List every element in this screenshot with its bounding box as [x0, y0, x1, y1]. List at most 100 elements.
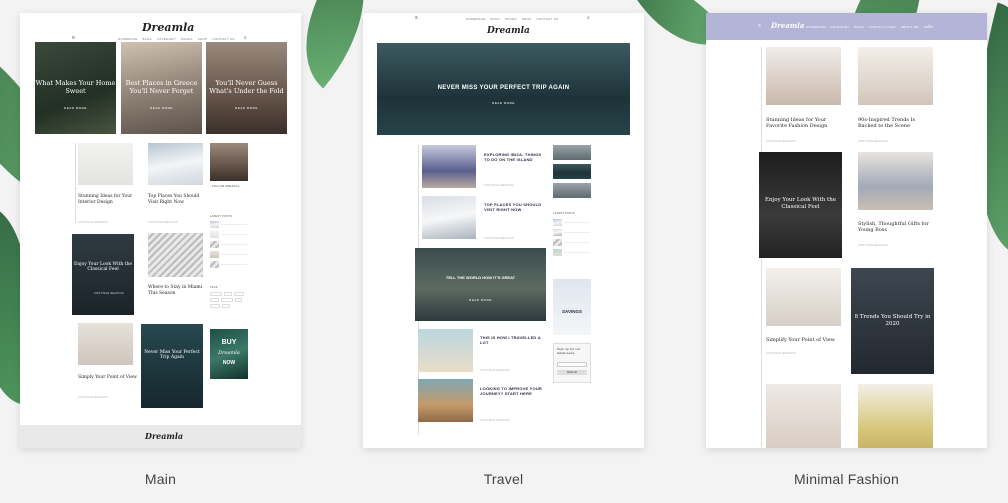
thumb[interactable]: [210, 251, 219, 258]
demo-preview-travel[interactable]: HOMEPAGE BLOG PAGES SHOP CONTACT US ≡ ⌕ …: [363, 13, 644, 448]
nav-item[interactable]: HOMEPAGE: [466, 17, 486, 21]
thumb[interactable]: [210, 261, 219, 268]
nav-item[interactable]: PAGES: [181, 37, 193, 41]
nav-item[interactable]: SHOP: [198, 37, 208, 41]
post-image[interactable]: [78, 143, 133, 185]
continue-reading-link[interactable]: CONTINUE READING: [766, 352, 796, 355]
thumb[interactable]: [553, 229, 562, 236]
search-icon[interactable]: ⌕: [244, 35, 247, 41]
ad-banner[interactable]: SAVINGS: [553, 279, 591, 335]
thumb[interactable]: [210, 221, 219, 228]
thumb-title[interactable]: [221, 224, 247, 225]
continue-reading-link[interactable]: CONTINUE READING: [484, 237, 514, 240]
thumb-title[interactable]: [221, 234, 247, 235]
thumb-title[interactable]: [221, 244, 247, 245]
nav-item[interactable]: BLOG: [143, 37, 153, 41]
tag[interactable]: [210, 298, 219, 302]
tag[interactable]: [221, 298, 233, 302]
continue-reading-link[interactable]: CONTINUE READING: [480, 369, 510, 372]
post-image[interactable]: [766, 384, 841, 448]
tag[interactable]: [210, 304, 220, 308]
sidebar-image[interactable]: [553, 145, 591, 160]
post-image[interactable]: [766, 47, 841, 105]
thumb[interactable]: [553, 249, 562, 256]
continue-reading-link[interactable]: CONTINUE READING: [766, 140, 796, 143]
continue-reading-link[interactable]: CONTINUE READING: [858, 244, 888, 247]
post-image[interactable]: [858, 152, 933, 210]
continue-reading-link[interactable]: CONTINUE READING: [484, 184, 514, 187]
search-icon[interactable]: ⌕: [587, 15, 590, 21]
post-image[interactable]: [766, 268, 841, 326]
nav-item[interactable]: PAGES: [505, 17, 517, 21]
thumb-title[interactable]: [221, 264, 247, 265]
menu-icon[interactable]: ≡: [758, 23, 761, 29]
nav-item[interactable]: CONTACT US: [212, 37, 234, 41]
nav-item[interactable]: HOMEPAGE: [806, 25, 826, 29]
post-image[interactable]: [418, 329, 473, 372]
nav-item[interactable]: SHOP: [522, 17, 532, 21]
post-title[interactable]: THIS IS HOW I TRAVELLED A LOT: [480, 335, 542, 345]
continue-reading-link[interactable]: CONTINUE READING: [148, 221, 178, 224]
hero-slide[interactable]: Best Places in Greece You'll Never Forge…: [121, 42, 202, 134]
subscribe-button[interactable]: SIGN UP: [557, 370, 587, 375]
ad-banner[interactable]: BUY Dreamla NOW: [210, 329, 248, 379]
post-image[interactable]: [422, 145, 476, 188]
thumb[interactable]: [553, 239, 562, 246]
tag[interactable]: [210, 292, 222, 296]
nav-item[interactable]: CATEGORY: [157, 37, 176, 41]
post-image[interactable]: [148, 143, 203, 185]
sidebar-image[interactable]: [553, 183, 591, 198]
post-image[interactable]: [78, 323, 133, 365]
tag[interactable]: [224, 292, 232, 296]
post-title[interactable]: LOOKING TO IMPROVE YOUR JOURNEY? START H…: [480, 386, 542, 396]
nav-item[interactable]: CONTACT PAGE: [869, 25, 896, 29]
hero-slide[interactable]: You'll Never Guess What's Under the Fold…: [206, 42, 287, 134]
demo-preview-minimal-fashion[interactable]: ≡ Dreamla HOMEPAGE CATEGORY BLOG CONTACT…: [706, 13, 987, 448]
continue-reading-link[interactable]: CONTINUE READING: [480, 419, 510, 422]
post-title[interactable]: Simplify Your Point of View: [766, 337, 841, 343]
post-title[interactable]: Stunning Ideas for Your Favorite Fashion…: [766, 117, 836, 130]
post-title[interactable]: Where to Stay in Miami This Season: [148, 285, 208, 296]
thumb-title[interactable]: [564, 242, 590, 243]
tag[interactable]: [234, 292, 244, 296]
post-title[interactable]: EXPLORING IBIZA: THINGS TO DO ON THE ISL…: [484, 152, 546, 162]
thumb[interactable]: [553, 219, 562, 226]
post-title[interactable]: Stylish, Thoughtful Gifts for Young Boss: [858, 221, 933, 234]
sidebar-image[interactable]: [553, 164, 591, 179]
post-title[interactable]: 90s-Inspired Trends Is Backed to the Sce…: [858, 117, 928, 130]
continue-reading-link[interactable]: CONTINUE READING: [78, 396, 108, 399]
hero-slide[interactable]: What Makes Your Home Sweet READ MORE: [35, 42, 116, 134]
post-image[interactable]: Enjoy Your Look With the Classical Feel …: [72, 234, 134, 315]
post-image[interactable]: 8 Trends You Should Try in 2020: [851, 268, 934, 374]
post-image[interactable]: [858, 47, 933, 105]
tag[interactable]: [222, 304, 230, 308]
hero-slide[interactable]: NEVER MISS YOUR PERFECT TRIP AGAIN READ …: [377, 43, 630, 135]
menu-icon[interactable]: ≡: [415, 15, 418, 21]
thumb-title[interactable]: [564, 252, 590, 253]
featured-post[interactable]: TELL THE WORLD HOW IT'S GREAT READ MORE: [415, 248, 546, 321]
read-more-button[interactable]: READ MORE: [235, 106, 258, 110]
read-more-button[interactable]: READ MORE: [492, 101, 515, 105]
continue-reading-link[interactable]: CONTINUE READING: [94, 292, 124, 295]
post-image[interactable]: [858, 384, 933, 448]
thumb-title[interactable]: [221, 254, 247, 255]
thumb[interactable]: [210, 241, 219, 248]
continue-reading-link[interactable]: CONTINUE READING: [858, 140, 888, 143]
post-title[interactable]: Simply Your Point of View: [78, 375, 138, 381]
thumb-title[interactable]: [564, 232, 590, 233]
read-more-button[interactable]: READ MORE: [469, 298, 492, 302]
read-more-button[interactable]: READ MORE: [150, 106, 173, 110]
nav-item[interactable]: BLOG: [491, 17, 501, 21]
cart-icon[interactable]: ⌕: [928, 23, 931, 29]
nav-item[interactable]: ABOUT ME: [901, 25, 919, 29]
post-image[interactable]: [418, 379, 473, 422]
post-title[interactable]: Top Places You Should Visit Right Now: [148, 194, 208, 205]
post-image[interactable]: [422, 196, 476, 239]
menu-icon[interactable]: ≡: [72, 35, 75, 41]
thumb-title[interactable]: [564, 222, 590, 223]
nav-item[interactable]: CATEGORY: [831, 25, 850, 29]
nav-item[interactable]: BLOG: [854, 25, 864, 29]
read-more-button[interactable]: READ MORE: [64, 106, 87, 110]
post-image[interactable]: Enjoy Your Look With the Classical Feel: [759, 152, 842, 258]
post-title[interactable]: Stunning Ideas for Your Interior Design: [78, 194, 138, 205]
